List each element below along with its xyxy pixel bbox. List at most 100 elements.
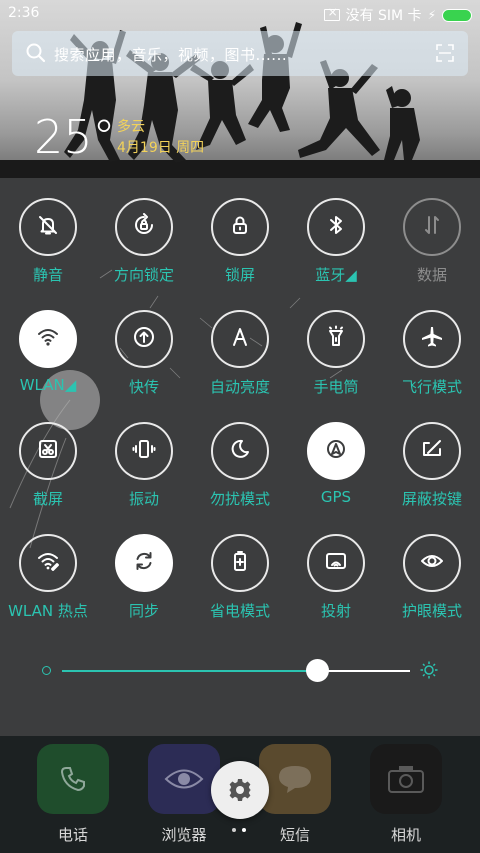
- toggle-button[interactable]: [211, 310, 269, 368]
- phone-icon: [37, 744, 109, 814]
- browser-icon: [148, 744, 220, 814]
- wifi-icon: [36, 325, 60, 353]
- toggle-bell-off[interactable]: 静音: [3, 198, 93, 298]
- toggle-label: 省电模式: [209, 602, 270, 620]
- toggle-eye[interactable]: 护眼模式: [387, 534, 477, 634]
- toggle-button[interactable]: [211, 422, 269, 480]
- toggle-bluetooth[interactable]: 蓝牙◢: [291, 198, 381, 298]
- toggle-button[interactable]: [19, 198, 77, 256]
- rotation-lock-icon: [132, 213, 156, 241]
- toggle-button[interactable]: [19, 422, 77, 480]
- toggle-label: 振动: [128, 490, 159, 508]
- toggle-label: 勿扰模式: [209, 490, 270, 508]
- toggle-button[interactable]: [403, 422, 461, 480]
- toggle-button[interactable]: [115, 534, 173, 592]
- toggle-label: 快传: [128, 378, 159, 396]
- toggle-label: WLAN 热点: [8, 602, 88, 620]
- app-label: 浏览器: [161, 826, 207, 844]
- toggle-screenshot[interactable]: 截屏: [3, 422, 93, 522]
- toggle-button[interactable]: [403, 534, 461, 592]
- search-icon: [26, 43, 46, 63]
- weather-date: 4月19日 周四: [117, 140, 205, 156]
- bluetooth-icon: [324, 213, 348, 241]
- toggle-hotspot[interactable]: WLAN 热点: [3, 534, 93, 634]
- status-indicators: 没有 SIM 卡 ⚡: [323, 5, 472, 25]
- toggle-button[interactable]: [115, 198, 173, 256]
- charging-icon: ⚡: [427, 8, 436, 22]
- toggle-button[interactable]: [211, 198, 269, 256]
- auto-brightness-icon: [228, 325, 252, 353]
- toggle-label: 投射: [320, 602, 351, 620]
- toggle-label: WLAN◢: [19, 376, 77, 394]
- toggle-label: 手电筒: [313, 378, 359, 396]
- page-dot-active: [242, 828, 246, 832]
- toggle-gps[interactable]: GPS: [291, 422, 381, 522]
- dock-app-browser[interactable]: 浏览器: [148, 744, 220, 845]
- toggle-label: 锁屏: [224, 266, 255, 284]
- toggle-button[interactable]: [19, 534, 77, 592]
- brightness-low-icon: [42, 666, 51, 675]
- toggle-mobile-data[interactable]: 数据: [387, 198, 477, 298]
- toggle-quick-transfer[interactable]: 快传: [99, 310, 189, 410]
- toggle-button[interactable]: [307, 198, 365, 256]
- toggle-sync[interactable]: 同步: [99, 534, 189, 634]
- page-dot: [232, 828, 236, 832]
- sync-icon: [132, 549, 156, 577]
- mail-blocked-icon: [323, 5, 340, 21]
- mobile-data-icon: [420, 213, 444, 241]
- toggle-button[interactable]: [307, 422, 365, 480]
- toggle-battery-saver[interactable]: 省电模式: [195, 534, 285, 634]
- camera-icon: [370, 744, 442, 814]
- toggle-button[interactable]: [307, 534, 365, 592]
- settings-button[interactable]: [211, 761, 269, 819]
- eye-icon: [420, 549, 444, 577]
- toggle-button[interactable]: [403, 198, 461, 256]
- clock: 2:36: [8, 5, 40, 21]
- app-label: 短信: [279, 826, 310, 844]
- toggle-label: 屏蔽按键: [401, 490, 462, 508]
- slider-thumb[interactable]: [306, 659, 330, 682]
- toggle-flashlight[interactable]: 手电筒: [291, 310, 381, 410]
- toggle-block-keys[interactable]: 屏蔽按键: [387, 422, 477, 522]
- screenshot-icon: [36, 437, 60, 465]
- dock-app-camera[interactable]: 相机: [370, 744, 442, 845]
- toggle-lock[interactable]: 锁屏: [195, 198, 285, 298]
- toggle-button[interactable]: [307, 310, 365, 368]
- moon-icon: [228, 437, 252, 465]
- toggle-auto-brightness[interactable]: 自动亮度: [195, 310, 285, 410]
- dock-app-messages[interactable]: 短信: [259, 744, 331, 845]
- toggle-cast[interactable]: 投射: [291, 534, 381, 634]
- toggle-airplane[interactable]: 飞行模式: [387, 310, 477, 410]
- toggle-button[interactable]: [403, 310, 461, 368]
- gps-icon: [324, 437, 348, 465]
- toggle-label: 飞行模式: [401, 378, 462, 396]
- toggle-label: GPS: [320, 488, 352, 506]
- search-bar[interactable]: 搜索应用，音乐，视频，图书......: [12, 31, 468, 76]
- toggle-rotation-lock[interactable]: 方向锁定: [99, 198, 189, 298]
- toggle-button[interactable]: [211, 534, 269, 592]
- temperature: 25°: [34, 110, 116, 164]
- toggle-label: 静音: [32, 266, 63, 284]
- toggle-label: 截屏: [32, 490, 63, 508]
- message-icon: [259, 744, 331, 814]
- toggle-vibrate[interactable]: 振动: [99, 422, 189, 522]
- scan-icon[interactable]: [436, 44, 454, 62]
- hotspot-icon: [36, 549, 60, 577]
- slider-fill: [62, 670, 318, 672]
- toggle-button[interactable]: [115, 422, 173, 480]
- toggle-label: 方向锁定: [113, 266, 174, 284]
- toggle-label: 护眼模式: [401, 602, 462, 620]
- toggle-label: 同步: [128, 602, 159, 620]
- toggle-button[interactable]: [115, 310, 173, 368]
- toggle-moon[interactable]: 勿扰模式: [195, 422, 285, 522]
- cast-icon: [324, 549, 348, 577]
- dock-app-phone[interactable]: 电话: [37, 744, 109, 845]
- brightness-high-icon: [420, 661, 438, 679]
- gear-icon: [229, 779, 251, 801]
- app-label: 电话: [57, 826, 88, 844]
- toggle-button[interactable]: [19, 310, 77, 368]
- toggle-wifi[interactable]: WLAN◢: [3, 310, 93, 410]
- brightness-slider[interactable]: [0, 650, 480, 690]
- flashlight-icon: [324, 325, 348, 353]
- battery-saver-icon: [228, 549, 252, 577]
